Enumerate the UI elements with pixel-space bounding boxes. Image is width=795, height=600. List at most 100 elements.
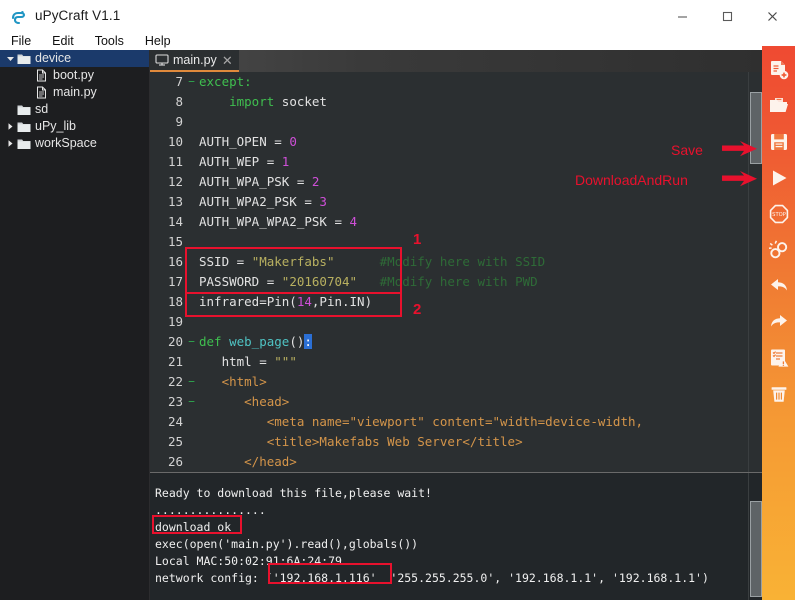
line-number: 24 [167, 414, 183, 429]
code-text: </head> [244, 454, 297, 469]
line-number: 12 [167, 174, 183, 189]
fold-toggle-icon[interactable]: − [186, 72, 197, 92]
tree-item-label: boot.py [53, 68, 95, 82]
code-line: 15 [150, 232, 762, 252]
redo-icon[interactable] [764, 304, 794, 340]
upycraft-window: uPyCraft V1.1 File Edit Tools Help devic… [0, 0, 795, 600]
svg-text:STOP: STOP [772, 212, 786, 218]
open-folder-icon[interactable] [764, 88, 794, 124]
menu-file[interactable]: File [11, 32, 41, 50]
console-line: network config: ('192.168.1.116' '255.25… [155, 571, 709, 585]
stop-icon[interactable]: STOP [764, 196, 794, 232]
code-text: AUTH_WPA_PSK = 2 [199, 174, 320, 189]
triangle-right-icon[interactable] [4, 118, 16, 135]
line-number: 17 [167, 274, 183, 289]
code-text: <head> [244, 394, 290, 409]
tree-item-label: sd [35, 102, 49, 116]
fold-toggle-icon[interactable]: − [186, 392, 197, 412]
code-line: 21 html = """ [150, 352, 762, 372]
disconnect-icon[interactable] [764, 232, 794, 268]
syntax-check-icon[interactable] [764, 340, 794, 376]
annotation-run-label: DownloadAndRun [575, 172, 688, 188]
line-number: 14 [167, 214, 183, 229]
code-text: AUTH_WPA_WPA2_PSK = 4 [199, 214, 358, 229]
line-number: 22 [167, 374, 183, 389]
code-text: except: [199, 74, 252, 89]
code-line: 22− <html> [150, 372, 762, 392]
tree-item-device[interactable]: device [0, 50, 149, 67]
delete-icon[interactable] [764, 376, 794, 412]
code-line: 18 infrared=Pin(14,Pin.IN) [150, 292, 762, 312]
console-scrollbar-thumb[interactable] [750, 501, 762, 597]
tree-item-label: device [35, 51, 72, 65]
save-icon[interactable] [764, 124, 794, 160]
code-line: 25 <title>Makefabs Web Server</title> [150, 432, 762, 452]
line-number: 8 [175, 94, 183, 109]
maximize-button[interactable] [705, 0, 750, 32]
tab-close-icon[interactable]: ✕ [222, 54, 233, 67]
console-line: Local MAC:50:02:91:6A:24:79 [155, 554, 342, 568]
code-text: infrared=Pin(14,Pin.IN) [199, 294, 373, 309]
undo-icon[interactable] [764, 268, 794, 304]
tree-item-boot-py[interactable]: boot.py [0, 67, 149, 84]
annotation-number-two: 2 [413, 301, 422, 318]
tab-main-py[interactable]: main.py ✕ [150, 50, 239, 72]
line-number: 15 [167, 234, 183, 249]
code-line: 14 AUTH_WPA_WPA2_PSK = 4 [150, 212, 762, 232]
line-number: 10 [167, 134, 183, 149]
minimize-button[interactable] [660, 0, 705, 32]
line-number: 25 [167, 434, 183, 449]
code-area[interactable]: 7− except: 8 import socket 9 10 AUTH_OPEN = 0… [150, 72, 762, 472]
code-text: AUTH_OPEN = 0 [199, 134, 297, 149]
code-line: 26 </head> [150, 452, 762, 472]
code-text: html = """ [199, 354, 297, 369]
line-number: 20 [167, 334, 183, 349]
tree-item-workspace[interactable]: workSpace [0, 135, 149, 152]
line-number: 21 [167, 354, 183, 369]
annotation-number-one: 1 [413, 231, 422, 248]
code-line: 20− def web_page(): [150, 332, 762, 352]
code-line: 13 AUTH_WPA2_PSK = 3 [150, 192, 762, 212]
menu-help[interactable]: Help [145, 32, 181, 50]
code-text: AUTH_WEP = 1 [199, 154, 290, 169]
monitor-icon [155, 53, 169, 67]
tree-item-main-py[interactable]: main.py [0, 84, 149, 101]
code-line: 8 import socket [150, 92, 762, 112]
code-text: <title>Makefabs Web Server</title> [266, 434, 523, 449]
run-icon[interactable] [764, 160, 794, 196]
code-text: def web_page(): [199, 334, 312, 349]
code-text: PASSWORD = "20160704" #Modify here with … [199, 274, 538, 289]
console-output-panel[interactable]: Ready to download this file,please wait!… [150, 472, 762, 600]
window-controls [660, 0, 795, 32]
editor-scrollbar[interactable] [748, 72, 762, 472]
tab-label: main.py [173, 53, 217, 67]
new-file-icon[interactable] [764, 52, 794, 88]
folder-icon [16, 135, 31, 152]
triangle-down-icon[interactable] [4, 50, 16, 67]
code-line: 17 PASSWORD = "20160704" #Modify here wit… [150, 272, 762, 292]
fold-toggle-icon[interactable]: − [186, 372, 197, 392]
line-number: 13 [167, 194, 183, 209]
line-number: 23 [167, 394, 183, 409]
code-editor-panel: main.py ✕ 7− except: 8 import socket 9 10 AUT… [150, 50, 762, 472]
annotation-save-arrow [722, 140, 758, 158]
console-scrollbar[interactable] [748, 473, 762, 600]
line-number: 16 [167, 254, 183, 269]
tree-item-upy-lib[interactable]: uPy_lib [0, 118, 149, 135]
code-line: 23− <head> [150, 392, 762, 412]
line-number: 9 [175, 114, 183, 129]
menu-edit[interactable]: Edit [52, 32, 84, 50]
close-button[interactable] [750, 0, 795, 32]
upycraft-logo-icon [10, 7, 28, 25]
tree-item-sd[interactable]: sd [0, 101, 149, 118]
triangle-right-icon[interactable] [4, 135, 16, 152]
menu-tools[interactable]: Tools [95, 32, 134, 50]
menu-bar: File Edit Tools Help [0, 32, 795, 50]
fold-toggle-icon[interactable]: − [186, 332, 197, 352]
file-tree-sidebar: device boot.py main.py sd uPy_lib workSpace [0, 50, 150, 600]
line-number: 18 [167, 294, 183, 309]
folder-icon [16, 118, 31, 135]
right-toolbar: STOP [762, 46, 795, 600]
